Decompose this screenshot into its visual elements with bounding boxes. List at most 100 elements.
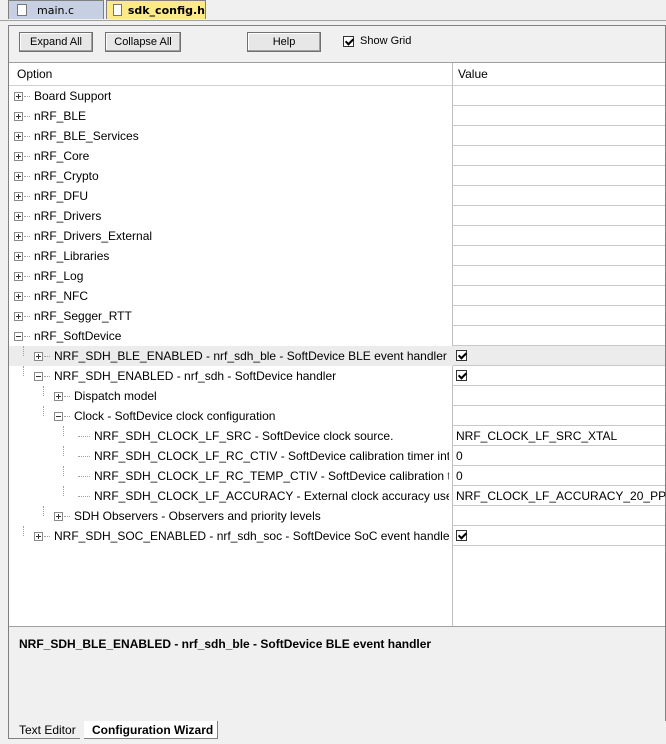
value-cell[interactable]: NRF_CLOCK_LF_SRC_XTAL [453, 426, 665, 446]
option-label: Clock - SoftDevice clock configuration [74, 409, 276, 423]
tree-row[interactable]: nRF_Crypto [9, 166, 665, 186]
collapse-minus-icon[interactable] [34, 372, 43, 381]
file-tab-main-c[interactable]: main.c [8, 0, 104, 19]
tree-row[interactable]: NRF_SDH_ENABLED - nrf_sdh - SoftDevice h… [9, 366, 665, 386]
tree-connector [24, 276, 30, 277]
tree-row[interactable]: NRF_SDH_CLOCK_LF_SRC - SoftDevice clock … [9, 426, 665, 446]
tree-row[interactable]: NRF_SDH_CLOCK_LF_RC_TEMP_CTIV - SoftDevi… [9, 466, 665, 486]
value-cell[interactable] [453, 266, 665, 286]
enable-checkbox[interactable] [456, 530, 467, 541]
tree-row[interactable]: nRF_Log [9, 266, 665, 286]
expand-plus-icon[interactable] [14, 92, 23, 101]
value-column-header: Value [458, 67, 488, 81]
value-cell[interactable] [453, 306, 665, 326]
enable-checkbox[interactable] [456, 350, 467, 361]
value-cell[interactable] [453, 326, 665, 346]
option-label: nRF_BLE_Services [34, 129, 139, 143]
tree-row[interactable]: NRF_SDH_CLOCK_LF_ACCURACY - External clo… [9, 486, 666, 506]
tree-row[interactable]: NRF_SDH_SOC_ENABLED - nrf_sdh_soc - Soft… [9, 526, 665, 546]
expand-plus-icon[interactable] [14, 312, 23, 321]
value-text: 0 [456, 449, 463, 463]
file-tab-label: sdk_config.h [127, 3, 205, 17]
option-label: nRF_Segger_RTT [34, 309, 132, 323]
tab-configuration-wizard[interactable]: Configuration Wizard [84, 721, 218, 739]
description-pane: NRF_SDH_BLE_ENABLED - nrf_sdh_ble - Soft… [9, 626, 665, 721]
value-cell[interactable] [453, 406, 665, 426]
option-label: nRF_Log [34, 269, 84, 283]
value-cell[interactable] [453, 526, 665, 546]
option-label: NRF_SDH_CLOCK_LF_RC_CTIV - SoftDevice ca… [94, 449, 449, 463]
tree-connector [63, 446, 64, 456]
option-label: Dispatch model [74, 389, 157, 403]
help-button[interactable]: Help [247, 32, 321, 52]
expand-plus-icon[interactable] [14, 212, 23, 221]
value-cell[interactable] [453, 366, 665, 386]
tree-row[interactable]: nRF_NFC [9, 286, 665, 306]
value-cell[interactable] [453, 226, 665, 246]
tree-connector [78, 456, 90, 457]
collapse-minus-icon[interactable] [54, 412, 63, 421]
value-cell[interactable] [453, 506, 665, 526]
value-cell[interactable]: 0 [453, 446, 665, 466]
value-cell[interactable] [453, 126, 665, 146]
tree-row[interactable]: Clock - SoftDevice clock configuration [9, 406, 665, 426]
file-tab-sdk-config-h[interactable]: sdk_config.h [106, 0, 206, 19]
value-cell[interactable] [453, 186, 665, 206]
value-cell[interactable]: 0 [453, 466, 665, 486]
tree-row[interactable]: nRF_Drivers [9, 206, 665, 226]
value-cell[interactable] [453, 146, 665, 166]
option-label: nRF_BLE [34, 109, 87, 123]
tree-row[interactable]: nRF_DFU [9, 186, 665, 206]
value-cell[interactable] [453, 166, 665, 186]
tree-row[interactable]: NRF_SDH_CLOCK_LF_RC_CTIV - SoftDevice ca… [9, 446, 665, 466]
value-cell[interactable] [453, 386, 665, 406]
tree-connector [78, 476, 90, 477]
value-cell[interactable] [453, 346, 665, 366]
value-cell[interactable] [453, 106, 665, 126]
show-grid-toggle[interactable]: Show Grid [343, 35, 411, 47]
tree-row[interactable]: nRF_BLE [9, 106, 665, 126]
tree-row[interactable]: nRF_BLE_Services [9, 126, 665, 146]
expand-plus-icon[interactable] [34, 532, 43, 541]
tree-row[interactable]: nRF_Drivers_External [9, 226, 665, 246]
option-label: NRF_SDH_SOC_ENABLED - nrf_sdh_soc - Soft… [54, 529, 449, 543]
value-cell[interactable]: NRF_CLOCK_LF_ACCURACY_20_PPM [453, 486, 666, 506]
expand-plus-icon[interactable] [54, 392, 63, 401]
editor-frame: Expand All Collapse All Help Show Grid O… [0, 20, 666, 744]
show-grid-checkbox[interactable] [343, 35, 354, 47]
tree-connector [24, 216, 30, 217]
collapse-minus-icon[interactable] [14, 332, 23, 341]
expand-plus-icon[interactable] [54, 512, 63, 521]
tree-row[interactable]: Board Support [9, 86, 665, 106]
enable-checkbox[interactable] [456, 370, 467, 381]
options-grid: Option Value Board Support nRF_BLE nRF_BLE… [9, 63, 666, 626]
value-cell[interactable] [453, 286, 665, 306]
expand-all-button[interactable]: Expand All [19, 32, 93, 52]
expand-plus-icon[interactable] [14, 192, 23, 201]
option-label: nRF_DFU [34, 189, 89, 203]
value-cell[interactable] [453, 246, 665, 266]
expand-plus-icon[interactable] [14, 252, 23, 261]
expand-plus-icon[interactable] [14, 152, 23, 161]
expand-plus-icon[interactable] [14, 112, 23, 121]
value-cell[interactable] [453, 86, 665, 106]
collapse-all-button[interactable]: Collapse All [105, 32, 181, 52]
expand-plus-icon[interactable] [14, 172, 23, 181]
expand-plus-icon[interactable] [14, 292, 23, 301]
expand-plus-icon[interactable] [14, 232, 23, 241]
option-label: nRF_Drivers [34, 209, 102, 223]
expand-plus-icon[interactable] [14, 132, 23, 141]
tree-row[interactable]: nRF_Libraries [9, 246, 665, 266]
tree-row[interactable]: NRF_SDH_BLE_ENABLED - nrf_sdh_ble - Soft… [9, 346, 665, 366]
tree-row[interactable]: SDH Observers - Observers and priority l… [9, 506, 665, 526]
tab-text-editor[interactable]: Text Editor [8, 721, 80, 739]
expand-plus-icon[interactable] [34, 352, 43, 361]
tree-connector [43, 506, 44, 516]
tree-row[interactable]: nRF_Segger_RTT [9, 306, 665, 326]
tree-row[interactable]: Dispatch model [9, 386, 665, 406]
tree-connector [63, 466, 64, 476]
value-cell[interactable] [453, 206, 665, 226]
tree-row[interactable]: nRF_Core [9, 146, 665, 166]
expand-plus-icon[interactable] [14, 272, 23, 281]
tree-row[interactable]: nRF_SoftDevice [9, 326, 665, 346]
